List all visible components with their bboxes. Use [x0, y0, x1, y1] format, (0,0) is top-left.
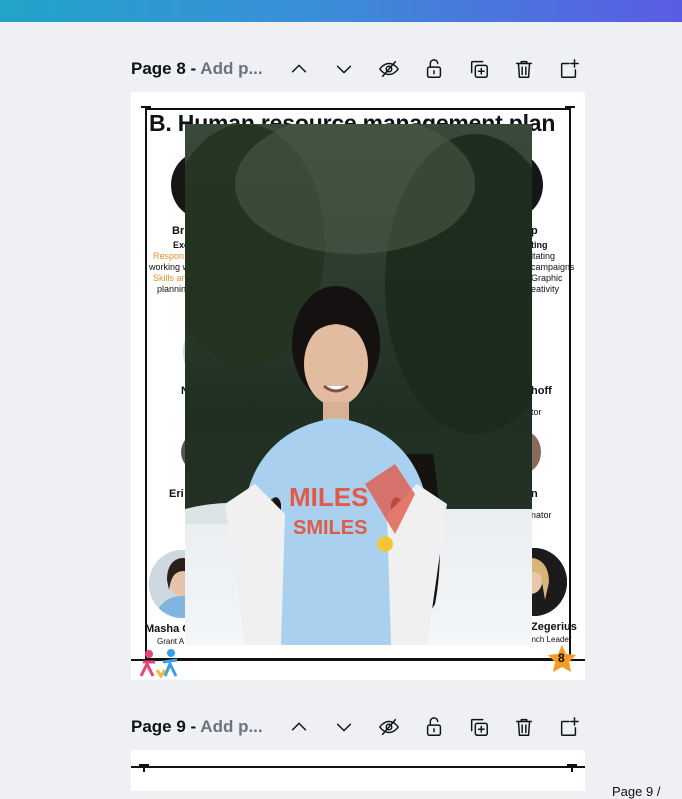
chevron-down-icon — [336, 65, 352, 74]
trash-icon — [515, 718, 533, 736]
guide-line — [131, 766, 585, 768]
move-page-up-button[interactable] — [287, 57, 311, 81]
member-name-fragment[interactable]: p — [531, 226, 538, 237]
editor-top-bar — [0, 0, 682, 22]
page-number-star-badge[interactable]: 8 — [547, 644, 577, 674]
svg-text:MILES: MILES — [289, 482, 368, 512]
kids-logo-icon[interactable] — [137, 648, 187, 679]
trash-icon — [515, 60, 533, 78]
page-9-title[interactable]: Page 9 - Add p... — [131, 717, 263, 737]
add-page-button[interactable] — [557, 715, 581, 739]
member-name-masha[interactable]: Masha C — [145, 624, 190, 635]
add-page-icon — [560, 59, 579, 78]
member-name-zegerius[interactable]: Zegerius — [531, 622, 577, 633]
page-number-label: 8 — [558, 651, 565, 665]
selection-handle[interactable] — [141, 106, 151, 108]
hide-page-button[interactable] — [377, 57, 401, 81]
delete-page-button[interactable] — [512, 57, 536, 81]
member-desc-fragment[interactable]: working w — [149, 262, 189, 273]
member-desc-fragment[interactable]: itating — [531, 251, 555, 262]
member-desc-fragment[interactable]: Skills an — [153, 273, 187, 284]
page-8-canvas[interactable]: B. Human resource management plan Bri Ex… — [131, 92, 585, 680]
chevron-up-icon — [291, 722, 307, 731]
member-role-fragment[interactable]: tor — [531, 407, 542, 418]
eye-slash-icon — [379, 718, 399, 736]
hide-page-button[interactable] — [377, 715, 401, 739]
move-page-up-button[interactable] — [287, 715, 311, 739]
page-9-canvas[interactable] — [131, 750, 585, 791]
svg-text:SMILES: SMILES — [293, 517, 367, 539]
chevron-down-icon — [336, 723, 352, 732]
delete-page-button[interactable] — [512, 715, 536, 739]
duplicate-page-button[interactable] — [467, 57, 491, 81]
page-9-title-placeholder[interactable]: Add p... — [200, 717, 262, 736]
member-role-fragment[interactable]: ting — [531, 240, 548, 251]
page-8-title[interactable]: Page 8 - Add p... — [131, 59, 263, 79]
member-role-fragment[interactable]: Grant A — [157, 636, 184, 647]
unlock-icon — [426, 717, 442, 736]
duplicate-icon — [470, 718, 488, 736]
member-desc-fragment[interactable]: Graphic — [531, 273, 563, 284]
page-9-label: Page 9 - — [131, 717, 201, 736]
portrait-image: MILES SMILES — [185, 124, 532, 645]
page-9-header: Page 9 - Add p... — [131, 711, 591, 743]
chevron-up-icon — [291, 64, 307, 73]
page-8-title-placeholder[interactable]: Add p... — [200, 59, 262, 78]
lock-page-button[interactable] — [422, 57, 446, 81]
eye-slash-icon — [379, 60, 399, 78]
add-page-icon — [560, 717, 579, 736]
member-role-fragment[interactable]: nator — [531, 510, 552, 521]
member-desc-fragment[interactable]: eativity — [531, 284, 559, 295]
member-desc-fragment[interactable]: Respon — [153, 251, 184, 262]
member-desc-fragment[interactable]: campaigns — [531, 262, 575, 273]
selection-handle[interactable] — [565, 106, 575, 108]
move-page-down-button[interactable] — [332, 715, 356, 739]
member-name-fragment[interactable]: hoff — [531, 386, 552, 397]
unlock-icon — [426, 59, 442, 78]
selection-handle[interactable] — [567, 764, 577, 766]
page-indicator[interactable]: Page 9 / — [612, 784, 660, 799]
move-page-down-button[interactable] — [332, 57, 356, 81]
member-name-fragment[interactable]: Eri — [169, 489, 184, 500]
selection-handle[interactable] — [139, 764, 149, 766]
page-8-header: Page 8 - Add p... — [131, 53, 591, 85]
add-page-button[interactable] — [557, 57, 581, 81]
duplicate-page-button[interactable] — [467, 715, 491, 739]
member-name-fragment[interactable]: n — [531, 489, 538, 500]
duplicate-icon — [470, 60, 488, 78]
page-8-label: Page 8 - — [131, 59, 201, 78]
member-desc-fragment[interactable]: plannin — [157, 284, 186, 295]
portrait-photo-element[interactable]: MILES SMILES — [185, 124, 532, 645]
lock-page-button[interactable] — [422, 715, 446, 739]
guide-line — [131, 659, 585, 661]
